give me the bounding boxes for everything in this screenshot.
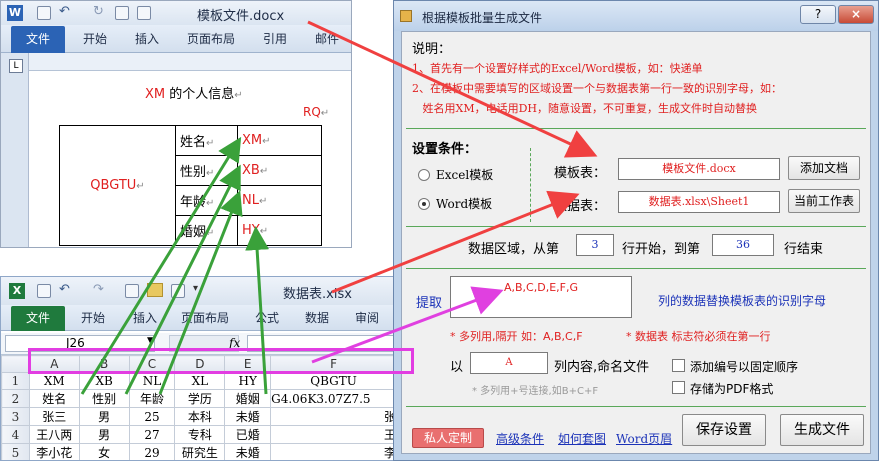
arrow-xm — [80, 136, 242, 395]
arrow-xb — [124, 164, 241, 395]
arrow-magenta — [311, 286, 504, 364]
arrow-hy — [245, 226, 270, 395]
arrow-nl — [158, 190, 243, 395]
annotation-arrows — [80, 20, 598, 395]
arrow-datasheet — [331, 190, 580, 294]
arrow-template — [307, 20, 598, 158]
